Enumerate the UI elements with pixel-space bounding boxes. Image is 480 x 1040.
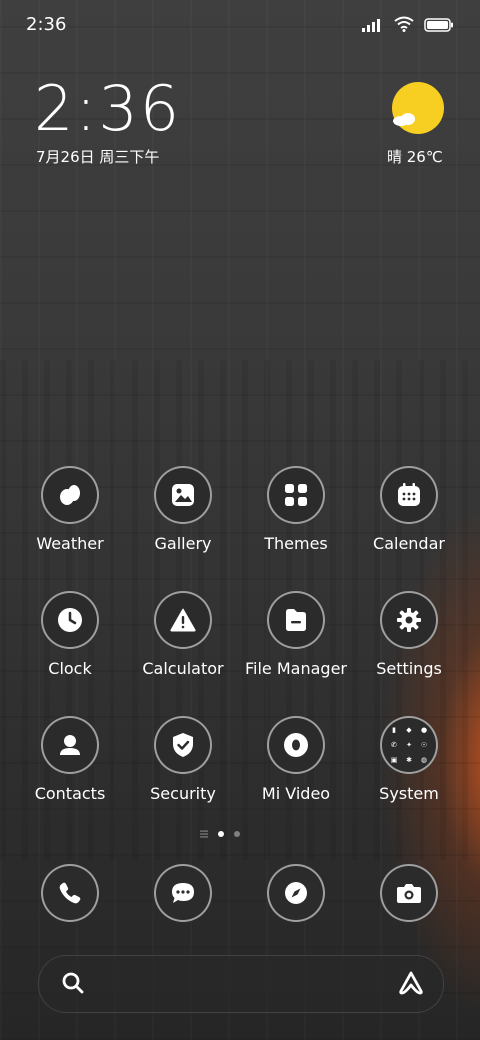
dock-phone[interactable]: [15, 864, 125, 922]
mini-app-icon: ◆: [406, 726, 412, 734]
app-contacts[interactable]: Contacts: [15, 716, 125, 803]
battery-icon: [424, 17, 454, 36]
mini-app-icon: ▮: [392, 726, 396, 734]
clock-icon: [41, 591, 99, 649]
app-label: Settings: [376, 659, 442, 678]
app-clock[interactable]: Clock: [15, 591, 125, 678]
app-gallery[interactable]: Gallery: [128, 466, 238, 553]
app-label: Weather: [36, 534, 104, 553]
app-label: System: [379, 784, 439, 803]
gallery-icon: [154, 466, 212, 524]
search-bar[interactable]: [38, 955, 444, 1013]
calculator-icon: [154, 591, 212, 649]
mini-app-icon: ●: [420, 726, 428, 734]
browser-icon: [267, 864, 325, 922]
weather-icon: [41, 466, 99, 524]
app-label: File Manager: [245, 659, 347, 678]
sunny-cloud-icon[interactable]: [392, 82, 444, 134]
dock-browser[interactable]: [241, 864, 351, 922]
app-label: Mi Video: [261, 784, 331, 803]
app-themes[interactable]: Themes: [241, 466, 351, 553]
app-settings[interactable]: Settings: [354, 591, 464, 678]
app-folder-system[interactable]: ▮ ◆ ● ✆ ✦ ☉ ▣ ✱ ◍ System: [354, 716, 464, 803]
clock-widget-date[interactable]: 7月26日 周三下午: [36, 146, 159, 167]
cloud-icon: [393, 113, 415, 126]
status-icons: [362, 16, 454, 36]
weather-condition-temp[interactable]: 晴 26℃: [387, 146, 443, 167]
security-icon: [154, 716, 212, 774]
mini-app-icon: ◍: [420, 756, 428, 764]
status-bar: 2:36: [0, 0, 480, 50]
app-security[interactable]: Security: [128, 716, 238, 803]
status-time: 2:36: [26, 14, 67, 35]
assistant-icon[interactable]: [397, 970, 425, 1000]
page-dot[interactable]: [234, 831, 240, 837]
mini-app-icon: ✦: [406, 741, 412, 749]
app-label: Themes: [264, 534, 328, 553]
app-label: Clock: [48, 659, 92, 678]
themes-icon: [267, 466, 325, 524]
mini-app-icon: ✆: [391, 741, 397, 749]
page-dot-active[interactable]: [218, 831, 224, 837]
search-icon[interactable]: [61, 971, 85, 999]
dock-camera[interactable]: [354, 864, 464, 922]
app-label: Security: [150, 784, 216, 803]
folder-icon: ▮ ◆ ● ✆ ✦ ☉ ▣ ✱ ◍: [380, 716, 438, 774]
mini-app-icon: ▣: [390, 756, 398, 764]
wifi-icon: [394, 16, 414, 36]
mini-app-icon: ☉: [420, 741, 428, 749]
settings-icon: [380, 591, 438, 649]
app-mi-video[interactable]: Mi Video: [241, 716, 351, 803]
app-weather[interactable]: Weather: [15, 466, 125, 553]
mi-video-icon: [267, 716, 325, 774]
app-calculator[interactable]: Calculator: [128, 591, 238, 678]
file-manager-icon: [267, 591, 325, 649]
app-calendar[interactable]: Calendar: [354, 466, 464, 553]
page-list-icon: [200, 830, 208, 838]
contacts-icon: [41, 716, 99, 774]
app-label: Calculator: [142, 659, 224, 678]
camera-icon: [380, 864, 438, 922]
app-label: Gallery: [154, 534, 212, 553]
clock-widget-time[interactable]: 2:36: [34, 78, 181, 140]
app-file-manager[interactable]: File Manager: [241, 591, 351, 678]
mini-app-icon: ✱: [406, 756, 412, 764]
app-label: Calendar: [373, 534, 445, 553]
page-indicator[interactable]: [200, 830, 240, 838]
calendar-icon: [380, 466, 438, 524]
dock-messages[interactable]: [128, 864, 238, 922]
signal-icon: [362, 17, 384, 36]
app-label: Contacts: [34, 784, 106, 803]
messages-icon: [154, 864, 212, 922]
phone-icon: [41, 864, 99, 922]
